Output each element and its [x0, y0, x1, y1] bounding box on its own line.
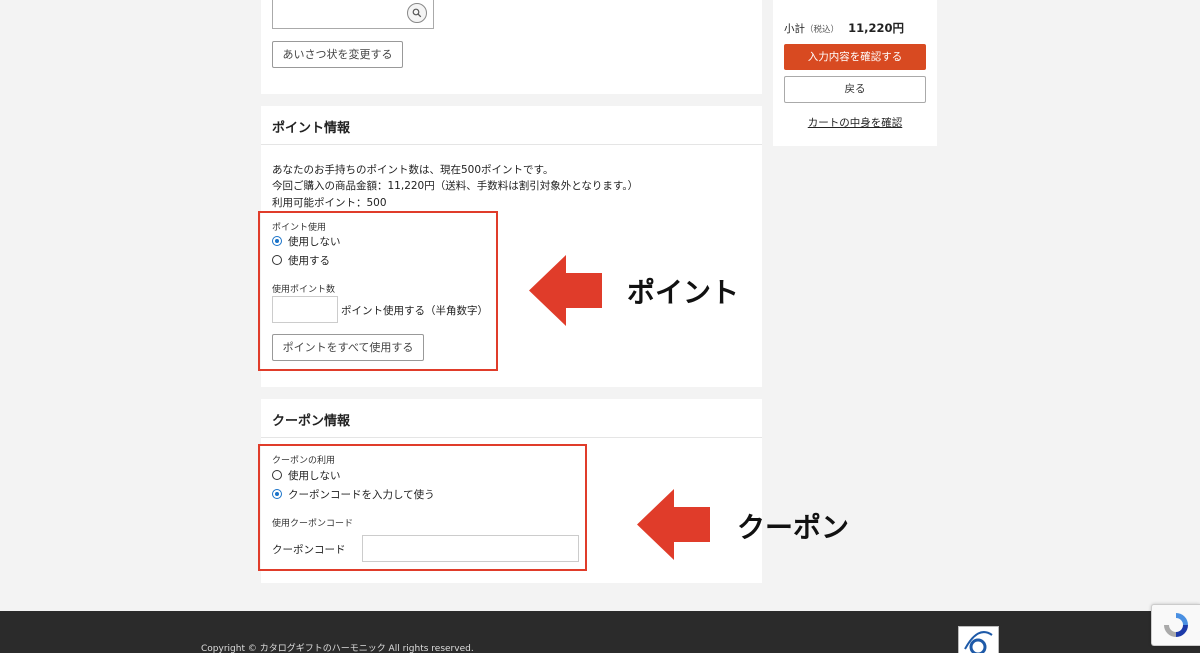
footer: Copyright © カタログギフトのハーモニック All rights re… — [0, 611, 1200, 653]
search-icon[interactable] — [407, 3, 427, 23]
point-highlight-box — [258, 211, 498, 371]
available-points-text: 利用可能ポイント：500 — [272, 197, 387, 209]
back-button[interactable]: 戻る — [784, 76, 926, 103]
coupon-section-title: クーポン情報 — [272, 414, 351, 429]
left-arrow-icon — [637, 489, 710, 560]
point-annotation-label: ポイント — [627, 276, 740, 309]
point-section-title: ポイント情報 — [272, 121, 351, 136]
purchase-amount-text: 今回ご購入の商品金額：11,220円（送料、手数料は割引対象外となります。） — [272, 180, 639, 192]
address-panel: あいさつ状を変更する — [261, 0, 762, 94]
subtotal-row: 小計（税込） 11,220円 — [784, 17, 904, 36]
point-balance-text: あなたのお手持ちのポイント数は、現在500ポイントです。 — [272, 164, 554, 176]
left-arrow-icon — [529, 255, 602, 326]
coupon-annotation-label: クーポン — [737, 511, 850, 544]
recaptcha-badge[interactable] — [1151, 604, 1200, 646]
subtotal-label: 小計 — [784, 23, 805, 35]
view-cart-link[interactable]: カートの中身を確認 — [773, 115, 937, 130]
privacy-mark-logo[interactable] — [958, 626, 999, 653]
section-header: クーポン情報 — [261, 399, 762, 438]
address-search-field[interactable] — [272, 0, 434, 29]
section-header: ポイント情報 — [261, 106, 762, 145]
tax-note: （税込） — [805, 25, 840, 35]
confirm-input-button[interactable]: 入力内容を確認する — [784, 44, 926, 70]
coupon-highlight-box — [258, 444, 587, 571]
change-greeting-button[interactable]: あいさつ状を変更する — [272, 41, 403, 68]
copyright-text: Copyright © カタログギフトのハーモニック All rights re… — [201, 644, 474, 653]
subtotal-value: 11,220円 — [848, 21, 904, 35]
recaptcha-icon — [1164, 613, 1188, 637]
order-summary-panel: 小計（税込） 11,220円 入力内容を確認する 戻る カートの中身を確認 — [773, 0, 937, 146]
